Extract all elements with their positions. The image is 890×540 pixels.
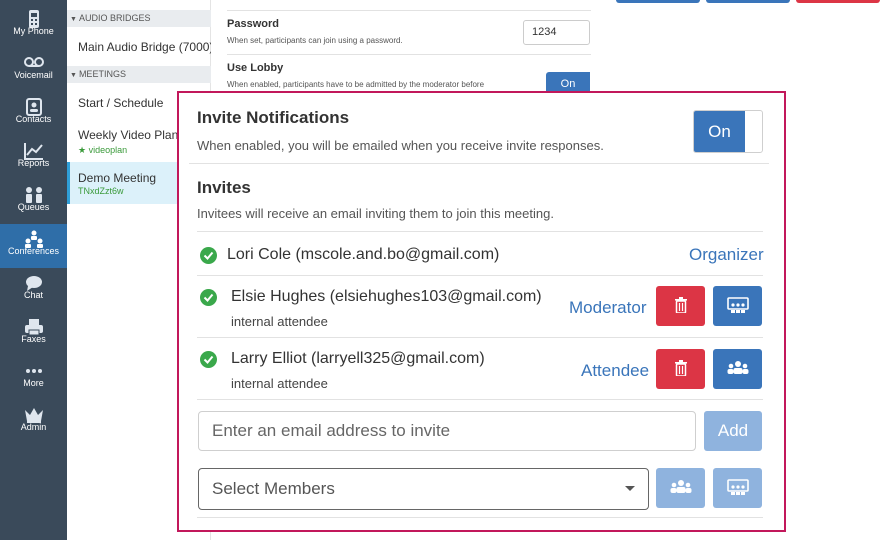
audio-bridges-header: ▼ AUDIO BRIDGES bbox=[67, 10, 211, 27]
reports-icon bbox=[0, 136, 67, 160]
divider bbox=[197, 231, 763, 232]
trash-icon bbox=[674, 297, 687, 313]
toggle-on-label: On bbox=[694, 111, 745, 152]
section-label: AUDIO BRIDGES bbox=[78, 13, 151, 23]
invite-notifications-desc: When enabled, you will be emailed when y… bbox=[197, 138, 604, 153]
nav-voicemail[interactable]: Voicemail bbox=[0, 48, 67, 92]
nav-reports[interactable]: Reports bbox=[0, 136, 67, 180]
chat-icon bbox=[0, 268, 67, 291]
check-circle-icon bbox=[200, 351, 217, 368]
invite-notifications-title: Invite Notifications bbox=[197, 108, 350, 127]
nav-label: Chat bbox=[23, 290, 43, 300]
divider bbox=[197, 399, 763, 400]
contacts-icon bbox=[0, 92, 67, 116]
invite-email-input[interactable] bbox=[198, 411, 696, 451]
trash-icon bbox=[674, 360, 687, 376]
invitee-role: Attendee bbox=[581, 361, 650, 380]
top-action-button[interactable] bbox=[616, 0, 700, 3]
voicemail-icon bbox=[0, 48, 67, 68]
add-members-as-attendees-button[interactable] bbox=[656, 468, 705, 508]
invitee-name: Elsie Hughes (elsiehughes103@gmail.com) bbox=[231, 288, 542, 305]
add-members-as-moderators-button[interactable] bbox=[713, 468, 762, 508]
check-circle-icon bbox=[200, 289, 217, 306]
sidebar-item-main-audio-bridge[interactable]: Main Audio Bridge (7000) bbox=[67, 40, 211, 54]
users-icon bbox=[670, 480, 691, 493]
make-attendee-button[interactable] bbox=[713, 286, 762, 326]
meeting-name: Weekly Video Planni bbox=[78, 128, 188, 142]
queues-icon bbox=[0, 180, 67, 203]
divider bbox=[197, 337, 763, 338]
nav-admin[interactable]: Admin bbox=[0, 400, 67, 444]
section-label: MEETINGS bbox=[78, 69, 126, 79]
invitee-type: internal attendee bbox=[231, 376, 328, 391]
meeting-name: Demo Meeting bbox=[78, 171, 157, 185]
users-icon bbox=[727, 361, 748, 374]
invitee-role: Moderator bbox=[569, 298, 647, 317]
presenter-icon bbox=[726, 297, 749, 313]
divider bbox=[227, 10, 591, 11]
divider bbox=[197, 275, 763, 276]
fax-icon bbox=[0, 312, 67, 336]
phone-icon bbox=[0, 4, 67, 28]
nav-queues[interactable]: Queues bbox=[0, 180, 67, 224]
divider bbox=[227, 54, 591, 55]
add-invite-button[interactable]: Add bbox=[704, 411, 762, 451]
invitee-name: Larry Elliot (larryell325@gmail.com) bbox=[231, 350, 485, 367]
nav-faxes[interactable]: Faxes bbox=[0, 312, 67, 356]
meeting-id: videoplan bbox=[88, 145, 128, 155]
nav-chat[interactable]: Chat bbox=[0, 268, 67, 312]
nav-label: Conferences bbox=[7, 246, 60, 256]
meetings-header: ▼ MEETINGS bbox=[67, 66, 211, 83]
nav-conferences[interactable]: Conferences bbox=[0, 224, 67, 268]
nav-label: Voicemail bbox=[14, 70, 53, 80]
presenter-icon bbox=[726, 479, 749, 495]
nav-label: Admin bbox=[20, 422, 47, 432]
main-nav: My Phone Voicemail Contacts Reports Queu… bbox=[0, 0, 67, 540]
invitee-role: Organizer bbox=[689, 245, 764, 264]
invite-notifications-toggle[interactable]: On bbox=[693, 110, 763, 153]
nav-contacts[interactable]: Contacts bbox=[0, 92, 67, 136]
chevron-down-icon bbox=[625, 486, 635, 491]
nav-label: Contacts bbox=[15, 114, 52, 124]
nav-label: More bbox=[23, 378, 44, 388]
star-icon: ★ bbox=[78, 145, 87, 155]
nav-label: Faxes bbox=[21, 334, 46, 344]
top-action-button[interactable] bbox=[796, 0, 880, 3]
invitee-name: Lori Cole (mscole.and.bo@gmail.com) bbox=[227, 246, 500, 263]
select-members-dropdown[interactable]: Select Members bbox=[198, 468, 649, 510]
nav-label: My Phone bbox=[13, 26, 54, 36]
top-action-button[interactable] bbox=[706, 0, 790, 3]
nav-label: Queues bbox=[17, 202, 50, 212]
conferences-icon bbox=[0, 224, 67, 248]
divider bbox=[197, 517, 763, 518]
select-members-label: Select Members bbox=[212, 479, 335, 498]
crown-icon bbox=[0, 400, 67, 423]
more-icon bbox=[0, 356, 67, 376]
nav-my-phone[interactable]: My Phone bbox=[0, 4, 67, 48]
divider bbox=[189, 163, 769, 164]
nav-more[interactable]: More bbox=[0, 356, 67, 400]
delete-invitee-button[interactable] bbox=[656, 349, 705, 389]
check-circle-icon bbox=[200, 247, 217, 264]
invites-title: Invites bbox=[197, 178, 251, 197]
invites-desc: Invitees will receive an email inviting … bbox=[197, 206, 554, 221]
password-field[interactable]: 1234 bbox=[523, 20, 590, 45]
invitee-type: internal attendee bbox=[231, 314, 328, 329]
make-moderator-button[interactable] bbox=[713, 349, 762, 389]
delete-invitee-button[interactable] bbox=[656, 286, 705, 326]
invite-panel: Invite Notifications When enabled, you w… bbox=[177, 91, 786, 532]
nav-label: Reports bbox=[17, 158, 50, 168]
